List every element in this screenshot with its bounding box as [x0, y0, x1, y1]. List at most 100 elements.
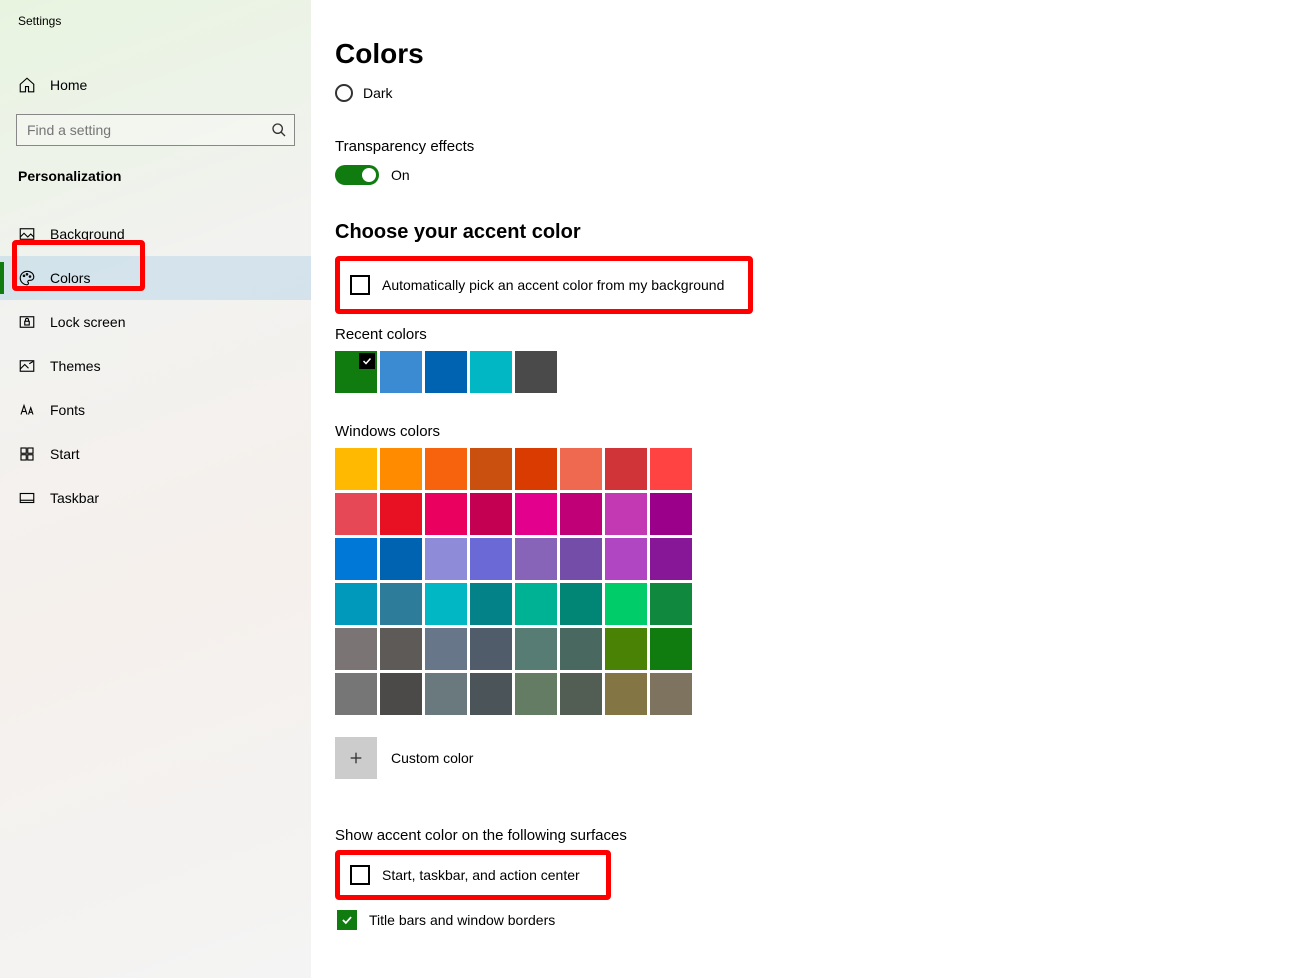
nav-item-label: Start — [50, 446, 80, 462]
nav-item-label: Taskbar — [50, 490, 99, 506]
nav-taskbar[interactable]: Taskbar — [0, 476, 311, 520]
windows-color-swatch[interactable] — [605, 673, 647, 715]
windows-color-swatch[interactable] — [605, 493, 647, 535]
windows-color-swatch[interactable] — [470, 583, 512, 625]
windows-color-swatch[interactable] — [650, 538, 692, 580]
windows-color-swatch[interactable] — [560, 448, 602, 490]
surface-title-row[interactable]: Title bars and window borders — [335, 900, 1287, 940]
search-input[interactable] — [16, 114, 295, 146]
nav-home-label: Home — [50, 77, 87, 93]
windows-color-swatch[interactable] — [380, 583, 422, 625]
highlight-auto-pick: Automatically pick an accent color from … — [335, 256, 753, 314]
recent-color-swatch[interactable] — [470, 351, 512, 393]
windows-color-swatch[interactable] — [380, 628, 422, 670]
windows-color-swatch[interactable] — [335, 493, 377, 535]
windows-color-swatch[interactable] — [650, 628, 692, 670]
recent-color-swatch[interactable] — [515, 351, 557, 393]
sidebar: Settings Home Personalization Background… — [0, 0, 311, 978]
recent-colors-grid — [335, 351, 595, 393]
windows-color-swatch[interactable] — [470, 493, 512, 535]
windows-color-swatch[interactable] — [605, 448, 647, 490]
image-icon — [18, 225, 36, 243]
windows-color-swatch[interactable] — [470, 673, 512, 715]
main-content: Colors Dark Transparency effects On Choo… — [311, 0, 1311, 978]
nav-home[interactable]: Home — [0, 66, 311, 104]
nav-colors[interactable]: Colors — [0, 256, 311, 300]
home-icon — [18, 76, 36, 94]
windows-color-swatch[interactable] — [380, 493, 422, 535]
windows-color-swatch[interactable] — [515, 493, 557, 535]
page-title: Colors — [335, 38, 1287, 70]
recent-color-swatch[interactable] — [335, 351, 377, 393]
recent-color-swatch[interactable] — [380, 351, 422, 393]
recent-color-swatch[interactable] — [425, 351, 467, 393]
surface-start-label: Start, taskbar, and action center — [382, 867, 580, 883]
windows-color-swatch[interactable] — [425, 628, 467, 670]
windows-color-swatch[interactable] — [650, 583, 692, 625]
windows-color-swatch[interactable] — [560, 583, 602, 625]
windows-color-swatch[interactable] — [380, 673, 422, 715]
windows-color-swatch[interactable] — [425, 583, 467, 625]
check-icon — [359, 353, 375, 369]
windows-color-swatch[interactable] — [335, 448, 377, 490]
windows-colors-label: Windows colors — [335, 423, 1287, 440]
windows-color-swatch[interactable] — [470, 538, 512, 580]
windows-color-swatch[interactable] — [560, 538, 602, 580]
surface-start-row[interactable]: Start, taskbar, and action center — [340, 855, 590, 895]
custom-color-button[interactable] — [335, 737, 377, 779]
windows-color-swatch[interactable] — [515, 673, 557, 715]
windows-colors-grid — [335, 448, 695, 715]
windows-color-swatch[interactable] — [380, 538, 422, 580]
radio-dark[interactable]: Dark — [335, 78, 1287, 108]
surface-title-checkbox[interactable] — [337, 910, 357, 930]
windows-color-swatch[interactable] — [425, 448, 467, 490]
windows-color-swatch[interactable] — [335, 538, 377, 580]
windows-color-swatch[interactable] — [515, 628, 557, 670]
windows-color-swatch[interactable] — [425, 673, 467, 715]
plus-icon — [348, 750, 364, 766]
windows-color-swatch[interactable] — [560, 493, 602, 535]
windows-color-swatch[interactable] — [515, 538, 557, 580]
nav-themes[interactable]: Themes — [0, 344, 311, 388]
windows-color-swatch[interactable] — [515, 583, 557, 625]
windows-color-swatch[interactable] — [470, 448, 512, 490]
radio-label: Dark — [363, 85, 393, 101]
windows-color-swatch[interactable] — [335, 583, 377, 625]
windows-color-swatch[interactable] — [605, 628, 647, 670]
windows-color-swatch[interactable] — [650, 673, 692, 715]
taskbar-icon — [18, 489, 36, 507]
transparency-toggle[interactable] — [335, 165, 379, 185]
surface-start-checkbox[interactable] — [350, 865, 370, 885]
palette-icon — [18, 269, 36, 287]
auto-pick-checkbox[interactable] — [350, 275, 370, 295]
surface-title-label: Title bars and window borders — [369, 912, 555, 928]
windows-color-swatch[interactable] — [560, 673, 602, 715]
windows-color-swatch[interactable] — [335, 628, 377, 670]
fonts-icon — [18, 401, 36, 419]
nav-item-label: Themes — [50, 358, 101, 374]
windows-color-swatch[interactable] — [650, 448, 692, 490]
nav-fonts[interactable]: Fonts — [0, 388, 311, 432]
accent-heading: Choose your accent color — [335, 221, 1287, 244]
windows-color-swatch[interactable] — [515, 448, 557, 490]
nav-item-label: Lock screen — [50, 314, 125, 330]
windows-color-swatch[interactable] — [560, 628, 602, 670]
windows-color-swatch[interactable] — [470, 628, 512, 670]
start-icon — [18, 445, 36, 463]
auto-pick-row[interactable]: Automatically pick an accent color from … — [340, 261, 734, 309]
windows-color-swatch[interactable] — [650, 493, 692, 535]
app-title: Settings — [0, 12, 311, 28]
windows-color-swatch[interactable] — [605, 538, 647, 580]
nav-lockscreen[interactable]: Lock screen — [0, 300, 311, 344]
windows-color-swatch[interactable] — [425, 538, 467, 580]
transparency-label: Transparency effects — [335, 138, 1287, 155]
themes-icon — [18, 357, 36, 375]
nav-start[interactable]: Start — [0, 432, 311, 476]
nav-item-label: Fonts — [50, 402, 85, 418]
windows-color-swatch[interactable] — [605, 583, 647, 625]
windows-color-swatch[interactable] — [380, 448, 422, 490]
surfaces-heading: Show accent color on the following surfa… — [335, 827, 1287, 844]
windows-color-swatch[interactable] — [335, 673, 377, 715]
nav-background[interactable]: Background — [0, 212, 311, 256]
windows-color-swatch[interactable] — [425, 493, 467, 535]
